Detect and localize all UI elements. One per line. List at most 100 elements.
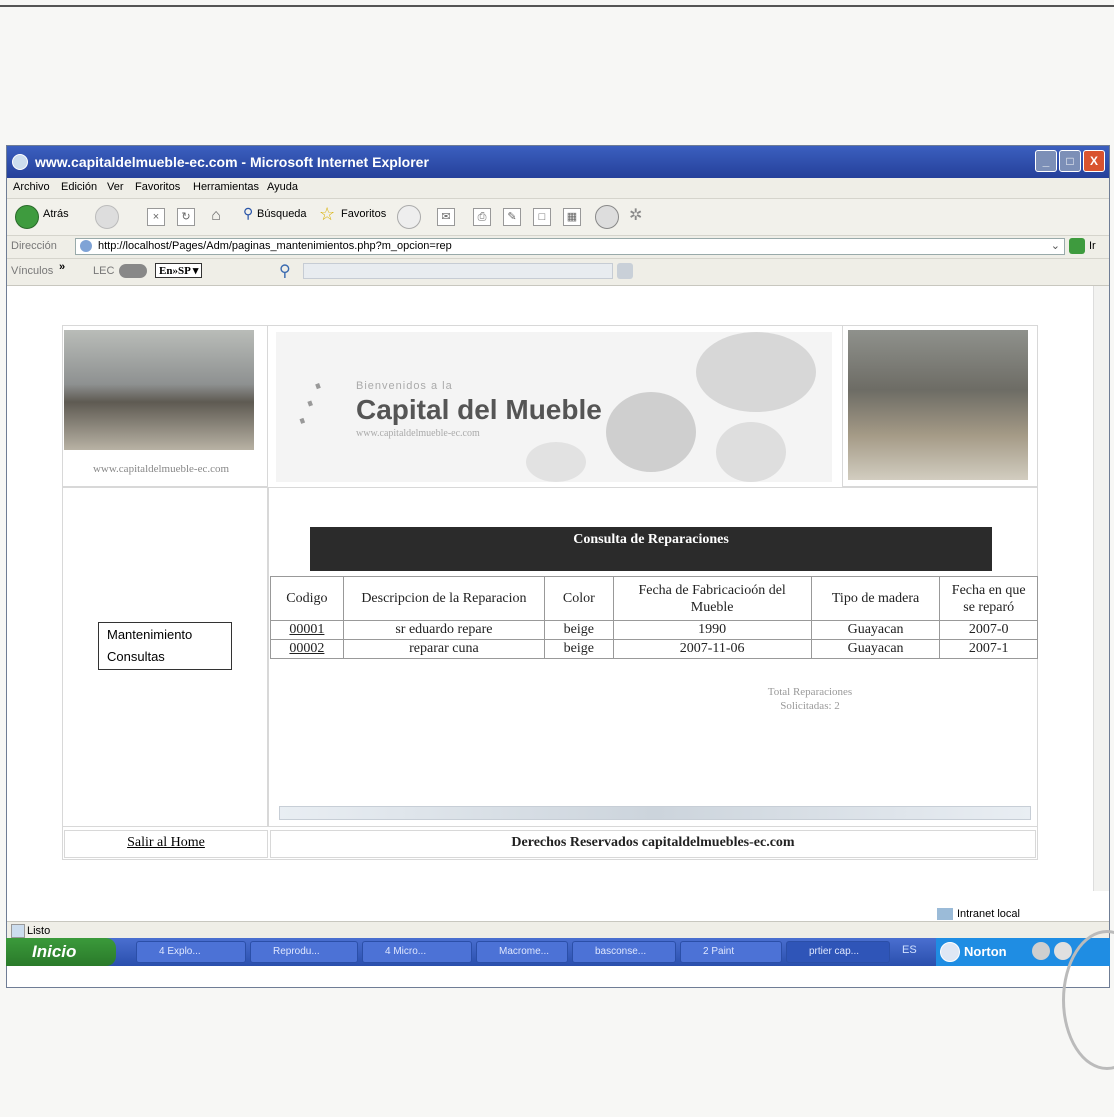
close-button[interactable]: X <box>1083 150 1105 172</box>
research-icon[interactable]: ▦ <box>563 208 581 226</box>
col-header-color: Color <box>544 576 614 621</box>
tray-icon[interactable] <box>1054 942 1072 960</box>
lec-label[interactable]: LEC <box>93 265 114 277</box>
menu-favoritos[interactable]: Favoritos <box>135 181 180 193</box>
norton-icon[interactable] <box>940 942 960 962</box>
nav-item-mantenimiento[interactable]: Mantenimiento <box>107 627 192 642</box>
menu-edicion[interactable]: Edición <box>61 181 97 193</box>
banner-circle <box>526 442 586 482</box>
links-chevron-icon[interactable]: » <box>59 261 65 273</box>
tray-icon[interactable] <box>1032 942 1050 960</box>
print-icon[interactable]: ⎙ <box>473 208 491 226</box>
home-icon[interactable]: ⌂ <box>207 208 225 226</box>
bunk-bed-photo <box>848 330 1028 480</box>
address-bar: Dirección http://localhost/Pages/Adm/pag… <box>7 236 1109 259</box>
favorites-star-icon[interactable]: ☆ <box>319 204 335 225</box>
report-header: Consulta de Reparaciones <box>310 527 992 571</box>
vertical-scrollbar[interactable] <box>1093 286 1109 891</box>
home-link[interactable]: Salir al Home <box>127 835 205 850</box>
lec-icon[interactable] <box>119 264 147 278</box>
taskbar-item[interactable]: 4 Micro... <box>362 941 472 963</box>
standard-toolbar: Atrás × ↻ ⌂ ⚲ Búsqueda ☆ Favoritos ✉ ⎙ ✎… <box>7 199 1109 236</box>
col-header-fecha-fabricacion: Fecha de Fabricacioón del Mueble <box>612 576 812 621</box>
page-icon <box>80 240 92 252</box>
intranet-icon <box>937 908 953 920</box>
table-row: 00002 reparar cuna beige 2007-11-06 Guay… <box>270 639 1038 659</box>
stop-icon[interactable]: × <box>147 208 165 226</box>
site-banner: ⋰ Bienvenidos a la Capital del Mueble ww… <box>276 332 832 482</box>
back-arrow-icon[interactable] <box>15 205 39 229</box>
menu-archivo[interactable]: Archivo <box>13 181 50 193</box>
table-row: 00001 sr eduardo repare beige 1990 Guaya… <box>270 620 1038 640</box>
codigo-link[interactable]: 00001 <box>270 620 344 640</box>
title-bar[interactable]: www.capitaldelmueble-ec.com - Microsoft … <box>7 146 1109 178</box>
refresh-icon[interactable]: ↻ <box>177 208 195 226</box>
language-indicator[interactable]: ES <box>902 944 917 956</box>
dining-room-photo <box>64 330 254 450</box>
table-cell: Guayacan <box>810 620 941 640</box>
discuss-icon[interactable]: □ <box>533 208 551 226</box>
search-icon[interactable]: ⚲ <box>243 205 253 222</box>
mail-icon[interactable]: ✉ <box>437 208 455 226</box>
table-cell: 2007-1 <box>939 639 1038 659</box>
total-line-2: Solicitadas: 2 <box>780 700 840 712</box>
codigo-link[interactable]: 00002 <box>270 639 344 659</box>
taskbar-item-active[interactable]: prtier cap... <box>786 941 890 963</box>
taskbar-item[interactable]: 4 Explo... <box>136 941 246 963</box>
back-label[interactable]: Atrás <box>43 208 69 220</box>
col-header-tipo-madera: Tipo de madera <box>810 576 941 621</box>
report-table: Codigo Descripcion de la Reparacion Colo… <box>270 576 1038 659</box>
search-label[interactable]: Búsqueda <box>257 208 307 220</box>
nav-menu: Mantenimiento Consultas <box>98 622 232 670</box>
table-cell: beige <box>544 639 614 659</box>
menu-bar: Archivo Edición Ver Favoritos Herramient… <box>7 178 1109 199</box>
address-label: Dirección <box>11 240 57 252</box>
status-text: Listo <box>27 925 51 937</box>
history-icon[interactable] <box>397 205 421 229</box>
tools-icon[interactable]: ✲ <box>629 205 642 225</box>
banner-subtitle: www.capitaldelmueble-ec.com <box>356 428 480 439</box>
start-button[interactable]: Inicio <box>6 938 116 966</box>
messenger-icon[interactable] <box>595 205 619 229</box>
translate-select[interactable]: En»SP ▾ <box>155 263 203 278</box>
address-input[interactable]: http://localhost/Pages/Adm/paginas_mante… <box>75 238 1065 255</box>
report-table-container: Codigo Descripcion de la Reparacion Colo… <box>270 576 1038 666</box>
footer-copyright: Derechos Reservados capitaldelmuebles-ec… <box>270 830 1036 858</box>
taskbar: Inicio 4 Explo... Reprodu... 4 Micro... … <box>6 938 1110 966</box>
taskbar-item[interactable]: Reprodu... <box>250 941 358 963</box>
menu-ver[interactable]: Ver <box>107 181 124 193</box>
taskbar-item[interactable]: 2 Paint <box>680 941 782 963</box>
table-cell: 2007-0 <box>939 620 1038 640</box>
zone-text: Intranet local <box>957 908 1020 920</box>
banner-circle <box>606 392 696 472</box>
minimize-button[interactable]: _ <box>1035 150 1057 172</box>
col-header-descripcion: Descripcion de la Reparacion <box>342 576 546 621</box>
taskbar-item[interactable]: basconse... <box>572 941 676 963</box>
go-arrow-icon[interactable] <box>1069 238 1085 254</box>
maximize-button[interactable]: □ <box>1059 150 1081 172</box>
links-search-go-icon[interactable] <box>617 263 633 279</box>
favorites-label[interactable]: Favoritos <box>341 208 386 220</box>
norton-label[interactable]: Norton <box>964 938 1007 966</box>
nav-item-consultas[interactable]: Consultas <box>107 649 165 664</box>
total-line-1: Total Reparaciones <box>767 686 853 698</box>
links-bar: Vínculos » LEC En»SP ▾ ⚲ <box>7 259 1109 286</box>
logo-mark-icon: ⋰ <box>283 375 337 431</box>
edit-icon[interactable]: ✎ <box>503 208 521 226</box>
links-label[interactable]: Vínculos <box>11 265 53 277</box>
horizontal-scrollbar[interactable] <box>279 806 1031 820</box>
scan-edge-line <box>0 5 1114 7</box>
table-header-row: Codigo Descripcion de la Reparacion Colo… <box>270 576 1038 621</box>
ie-icon <box>12 154 28 170</box>
address-dropdown-icon[interactable]: ⌄ <box>1051 239 1060 254</box>
go-label[interactable]: Ir <box>1089 240 1096 252</box>
banner-title: Capital del Mueble <box>356 394 602 425</box>
links-search-input[interactable] <box>303 263 613 279</box>
forward-arrow-icon[interactable] <box>95 205 119 229</box>
taskbar-item[interactable]: Macrome... <box>476 941 568 963</box>
banner-welcome: Bienvenidos a la <box>356 380 453 392</box>
menu-herramientas[interactable]: Herramientas <box>193 181 259 193</box>
left-site-url: www.capitaldelmueble-ec.com <box>92 463 230 475</box>
menu-ayuda[interactable]: Ayuda <box>267 181 298 193</box>
search-icon-links[interactable]: ⚲ <box>279 261 291 281</box>
